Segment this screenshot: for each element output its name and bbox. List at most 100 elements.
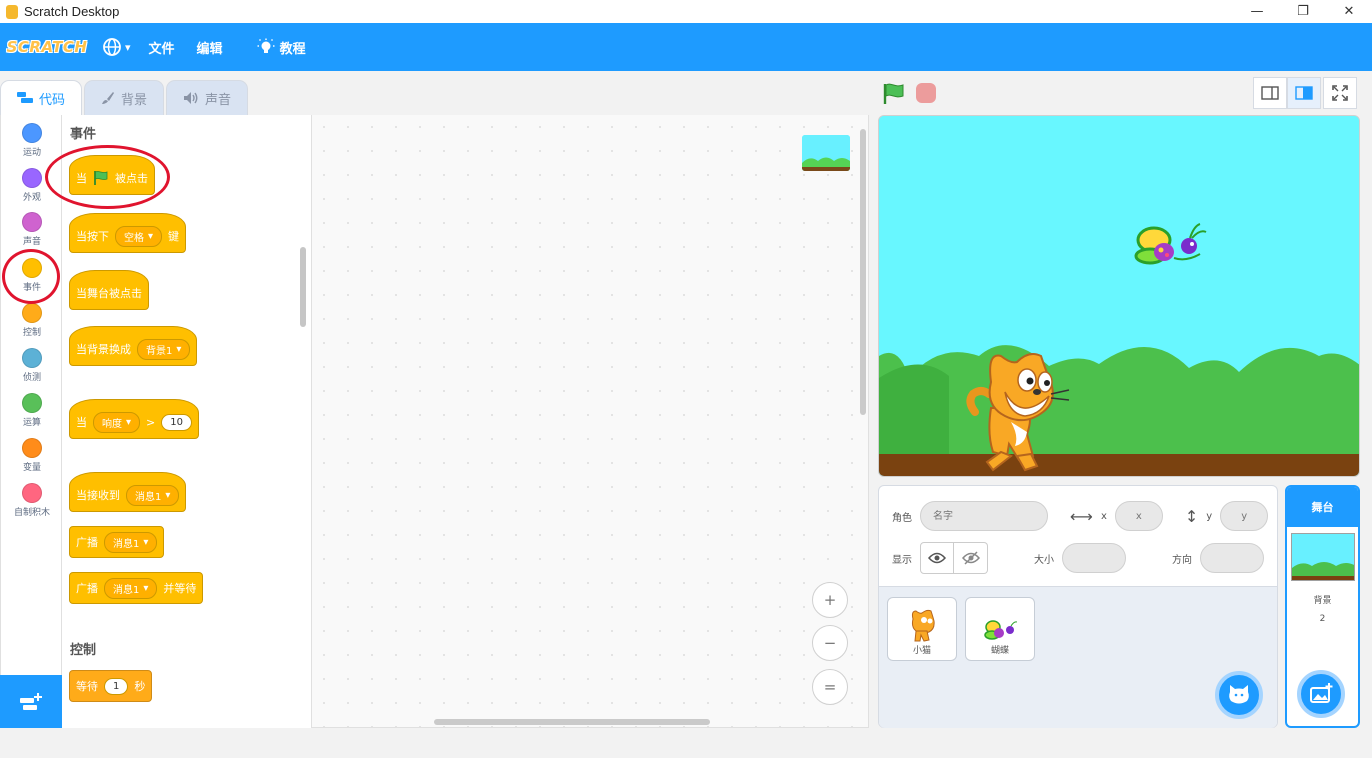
eye-icon: [928, 552, 946, 564]
hide-sprite-button[interactable]: [954, 542, 988, 574]
zoom-out-button[interactable]: −: [812, 625, 848, 661]
scratch-logo[interactable]: SCRATCH: [7, 34, 87, 60]
zoom-in-button[interactable]: +: [812, 582, 848, 618]
tab-backdrops[interactable]: 背景: [84, 80, 165, 115]
block-when-backdrop-switches[interactable]: 当背景换成 背景1 ▾: [69, 326, 198, 366]
chevron-down-icon: ▾: [125, 40, 131, 54]
sprite-direction-input[interactable]: [1200, 543, 1264, 573]
add-extension-button[interactable]: [0, 675, 62, 728]
block-when-receive[interactable]: 当接收到 消息1 ▾: [69, 472, 187, 512]
close-button[interactable]: ✕: [1326, 0, 1372, 23]
tutorials-label: 教程: [279, 41, 306, 57]
backdrop-count: 2: [1319, 614, 1326, 624]
category-dot: [22, 393, 42, 413]
small-stage-button[interactable]: [1253, 77, 1287, 109]
category-dot: [22, 123, 42, 143]
normal-stage-button[interactable]: [1287, 77, 1321, 109]
fullscreen-button[interactable]: [1323, 77, 1357, 109]
backdrops-label: 背景: [1313, 596, 1332, 606]
cat-thumbnail: [911, 609, 935, 642]
backdrop-dropdown[interactable]: 背景1 ▾: [137, 338, 191, 360]
category-dot: [22, 348, 42, 368]
stage[interactable]: [878, 115, 1360, 477]
stop-button[interactable]: [916, 83, 936, 103]
category-variables[interactable]: 变量: [1, 438, 63, 473]
paintbrush-icon: [102, 92, 115, 104]
y-label: y: [1206, 510, 1213, 522]
scratch-desktop-window: Scratch Desktop — ❐ ✕ SCRATCH ▾ 文件 编辑 教程…: [0, 0, 1372, 758]
script-area[interactable]: + − =: [312, 115, 869, 728]
block-when-flag-clicked[interactable]: 当 被点击: [69, 155, 155, 195]
globe-icon: [103, 38, 121, 56]
minimize-button[interactable]: —: [1234, 0, 1280, 23]
block-when-loudness-greater[interactable]: 当 响度 ▾ > 10: [69, 399, 199, 439]
script-vertical-scrollbar[interactable]: [860, 129, 866, 415]
fullscreen-icon: [1332, 85, 1348, 101]
loudness-dropdown[interactable]: 响度 ▾: [93, 411, 141, 433]
category-control[interactable]: 控制: [1, 303, 63, 338]
horizontal-arrows-icon: ⟷: [1070, 506, 1093, 526]
direction-label: 方向: [1172, 554, 1192, 566]
edit-menu[interactable]: 编辑: [197, 38, 223, 57]
category-sound[interactable]: 声音: [1, 212, 63, 247]
stage-scene: [879, 116, 1359, 476]
message-dropdown[interactable]: 消息1 ▾: [104, 577, 158, 599]
block-broadcast[interactable]: 广播 消息1 ▾: [69, 526, 165, 558]
app-icon: [6, 4, 18, 19]
file-menu[interactable]: 文件: [149, 38, 175, 57]
add-extension-icon: [20, 692, 42, 710]
category-sensing[interactable]: 侦测: [1, 348, 63, 383]
window-title-bar: Scratch Desktop — ❐ ✕: [0, 0, 1372, 23]
choose-backdrop-button[interactable]: [1297, 670, 1345, 718]
show-sprite-button[interactable]: [920, 542, 954, 574]
size-label: 大小: [1034, 554, 1054, 566]
category-dot: [22, 168, 42, 188]
zoom-reset-button[interactable]: =: [812, 669, 848, 705]
category-motion[interactable]: 运动: [1, 123, 63, 158]
sprite-y-input[interactable]: [1220, 501, 1269, 531]
menu-bar: SCRATCH ▾ 文件 编辑 教程: [0, 23, 1372, 71]
chevron-down-icon: ▾: [126, 416, 132, 428]
palette-scrollbar[interactable]: [300, 247, 306, 327]
editor-tabs: 代码 背景 声音: [0, 80, 250, 115]
script-horizontal-scrollbar[interactable]: [434, 719, 710, 725]
language-menu[interactable]: ▾: [102, 37, 131, 57]
choose-sprite-button[interactable]: [1215, 671, 1263, 719]
mini-stage-preview: [802, 135, 850, 171]
maximize-button[interactable]: ❐: [1280, 0, 1326, 23]
block-when-key-pressed[interactable]: 当按下 空格 ▾ 键: [69, 213, 187, 253]
message-dropdown[interactable]: 消息1 ▾: [104, 531, 158, 553]
key-dropdown[interactable]: 空格 ▾: [115, 225, 163, 247]
category-operators[interactable]: 运算: [1, 393, 63, 428]
block-broadcast-and-wait[interactable]: 广播 消息1 ▾ 并等待: [69, 572, 204, 604]
events-header: 事件: [70, 127, 97, 142]
chevron-down-icon: ▾: [148, 230, 154, 242]
category-dot: [22, 438, 42, 458]
green-flag-button[interactable]: [881, 81, 907, 107]
sprite-size-input[interactable]: [1062, 543, 1126, 573]
category-my-blocks[interactable]: 自制积木: [1, 483, 63, 518]
category-looks[interactable]: 外观: [1, 168, 63, 203]
tab-code[interactable]: 代码: [0, 80, 83, 115]
tutorials-menu[interactable]: 教程: [257, 38, 306, 57]
speaker-icon: [184, 92, 198, 104]
small-stage-icon: [1261, 86, 1279, 100]
tab-sounds[interactable]: 声音: [166, 80, 249, 115]
sprite-name-row: 角色 ⟷ x ↕ y: [879, 494, 1279, 538]
butterfly-thumbnail: [984, 620, 1017, 640]
sprite-tile-butterfly[interactable]: 蝴蝶: [965, 597, 1035, 661]
block-when-stage-clicked[interactable]: 当舞台被点击: [69, 270, 149, 310]
category-events[interactable]: 事件: [1, 258, 63, 293]
sprite-name-input[interactable]: [920, 501, 1048, 531]
loudness-value-input[interactable]: 10: [161, 413, 192, 431]
wait-value-input[interactable]: 1: [104, 677, 129, 695]
control-header: 控制: [70, 643, 97, 658]
backdrop-add-icon: [1310, 683, 1333, 703]
sprite-tile-cat[interactable]: 小猫: [887, 597, 957, 661]
eye-slash-icon: [961, 551, 980, 565]
category-dot: [22, 212, 42, 232]
block-wait-seconds[interactable]: 等待 1 秒: [69, 670, 153, 702]
sprite-x-input[interactable]: [1114, 501, 1163, 531]
sprite-label: 角色: [892, 512, 912, 524]
message-dropdown[interactable]: 消息1 ▾: [126, 484, 180, 506]
